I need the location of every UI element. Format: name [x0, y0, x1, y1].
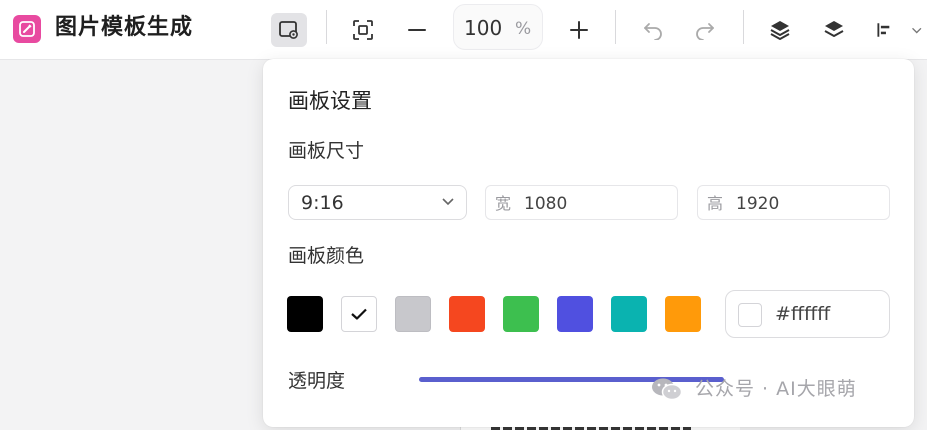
color-section-label: 画板颜色: [288, 245, 365, 267]
color-swatch-orange[interactable]: [665, 296, 701, 332]
color-swatch-teal[interactable]: [611, 296, 647, 332]
watermark: 公众号 · AI大眼萌: [651, 374, 857, 404]
undo-icon: [644, 23, 662, 40]
zoom-out-icon: [408, 29, 426, 31]
color-swatch-red[interactable]: [449, 296, 485, 332]
fit-screen-button[interactable]: [347, 13, 379, 47]
current-color-chip: [738, 303, 762, 327]
color-swatch-gray[interactable]: [395, 296, 431, 332]
height-field[interactable]: 高 1920: [697, 185, 890, 220]
check-icon: [351, 308, 367, 320]
color-swatch-white[interactable]: [341, 296, 377, 332]
zoom-unit: %: [515, 19, 532, 39]
height-label: 高: [707, 194, 724, 213]
width-label: 宽: [495, 194, 512, 213]
width-value: 1080: [524, 194, 568, 214]
zoom-in-button[interactable]: [564, 13, 594, 47]
toolbar-divider: [326, 10, 327, 44]
board-settings-icon: [279, 21, 298, 39]
layer-up-icon: [770, 21, 790, 40]
zoom-in-icon: [570, 21, 588, 39]
hex-color-input[interactable]: #ffffff: [725, 290, 890, 338]
panel-title: 画板设置: [288, 89, 372, 113]
bring-forward-button[interactable]: [764, 13, 796, 47]
ratio-select[interactable]: 9:16: [288, 185, 467, 220]
fit-screen-icon: [353, 20, 373, 40]
chevron-down-icon: [911, 27, 921, 34]
redo-icon: [696, 23, 714, 40]
chevron-down-icon: [442, 198, 454, 206]
align-dropdown[interactable]: [875, 13, 923, 47]
toolbar-divider: [615, 10, 616, 44]
redo-button[interactable]: [690, 13, 720, 47]
zoom-value: 100: [464, 16, 503, 40]
watermark-text: 公众号 · AI大眼萌: [695, 378, 857, 400]
color-swatch-black[interactable]: [287, 296, 323, 332]
board-settings-panel: 画板设置 画板尺寸 9:16 宽 1080 高 1920 画板颜色 #fffff…: [263, 59, 914, 427]
top-toolbar: 图片模板生成 100 %: [0, 0, 927, 60]
opacity-label: 透明度: [288, 370, 346, 392]
toolbar-divider: [743, 10, 744, 44]
color-swatch-green[interactable]: [503, 296, 539, 332]
color-swatch-blue[interactable]: [557, 296, 593, 332]
layers-icon: [824, 21, 844, 37]
board-settings-button[interactable]: [271, 13, 307, 47]
size-section-label: 画板尺寸: [288, 140, 365, 162]
edit-image-icon: [19, 21, 35, 37]
zoom-out-button[interactable]: [402, 13, 432, 47]
ratio-value: 9:16: [301, 192, 344, 214]
app-logo: [13, 15, 41, 43]
app-title: 图片模板生成: [55, 15, 194, 40]
width-field[interactable]: 宽 1080: [485, 185, 678, 220]
wechat-icon: [651, 377, 683, 401]
height-value: 1920: [736, 194, 780, 214]
hex-value: #ffffff: [775, 303, 831, 325]
undo-button[interactable]: [638, 13, 668, 47]
zoom-level-input[interactable]: 100 %: [453, 4, 543, 50]
align-left-icon: [877, 23, 890, 37]
layers-button[interactable]: [818, 13, 850, 47]
